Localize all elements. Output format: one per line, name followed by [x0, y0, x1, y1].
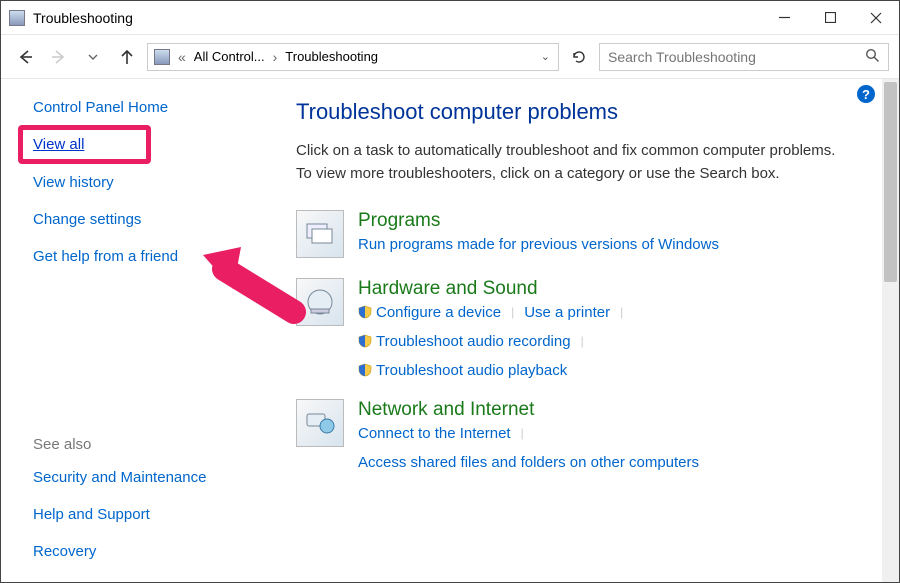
hardware-icon	[296, 278, 344, 326]
titlebar: Troubleshooting	[1, 1, 899, 35]
sidebar-security[interactable]: Security and Maintenance	[33, 469, 272, 486]
address-icon	[154, 49, 170, 65]
close-button[interactable]	[853, 1, 899, 34]
category-programs: Programs Run programs made for previous …	[296, 210, 873, 258]
scrollbar-thumb[interactable]	[884, 82, 897, 282]
body: Control Panel Home View all View history…	[1, 79, 899, 582]
page-description: Click on a task to automatically trouble…	[296, 139, 836, 186]
sidebar-help-support[interactable]: Help and Support	[33, 506, 272, 523]
window-title: Troubleshooting	[33, 10, 761, 26]
app-icon	[9, 10, 25, 26]
sidebar: Control Panel Home View all View history…	[1, 79, 296, 582]
sidebar-view-history[interactable]: View history	[33, 174, 272, 191]
main-content: ? Troubleshoot computer problems Click o…	[296, 79, 899, 582]
link-audio-playback[interactable]: Troubleshoot audio playback	[358, 362, 567, 379]
category-title-programs[interactable]: Programs	[358, 210, 873, 232]
sidebar-recovery[interactable]: Recovery	[33, 543, 272, 560]
link-audio-recording[interactable]: Troubleshoot audio recording	[358, 333, 571, 350]
back-button[interactable]	[11, 43, 39, 71]
page-heading: Troubleshoot computer problems	[296, 99, 873, 125]
recent-locations-button[interactable]	[79, 43, 107, 71]
window: Troubleshooting «	[0, 0, 900, 583]
refresh-button[interactable]	[565, 43, 593, 71]
sidebar-home[interactable]: Control Panel Home	[33, 99, 272, 116]
help-icon[interactable]: ?	[857, 85, 875, 103]
breadcrumb-seg-2[interactable]: Troubleshooting	[285, 49, 378, 64]
sidebar-see-also: See also	[33, 436, 272, 453]
sidebar-get-help[interactable]: Get help from a friend	[33, 248, 272, 265]
address-dropdown-icon[interactable]: ⌄	[539, 50, 552, 63]
window-controls	[761, 1, 899, 34]
programs-icon	[296, 210, 344, 258]
category-network: Network and Internet Connect to the Inte…	[296, 399, 873, 471]
search-icon[interactable]	[865, 48, 880, 66]
link-use-printer[interactable]: Use a printer	[524, 304, 610, 321]
search-input[interactable]	[608, 49, 865, 65]
up-button[interactable]	[113, 43, 141, 71]
category-title-hardware[interactable]: Hardware and Sound	[358, 278, 873, 300]
vertical-scrollbar[interactable]	[882, 79, 899, 582]
shield-icon	[358, 363, 372, 377]
chevron-right-icon[interactable]: ›	[271, 49, 280, 65]
link-shared-files[interactable]: Access shared files and folders on other…	[358, 454, 699, 471]
sidebar-view-all[interactable]: View all	[18, 125, 151, 164]
network-icon	[296, 399, 344, 447]
link-connect-internet[interactable]: Connect to the Internet	[358, 425, 511, 442]
search-box[interactable]	[599, 43, 889, 71]
breadcrumb-sep-0: «	[176, 49, 188, 65]
category-title-network[interactable]: Network and Internet	[358, 399, 873, 421]
sidebar-change-settings[interactable]: Change settings	[33, 211, 272, 228]
link-configure-device[interactable]: Configure a device	[358, 304, 501, 321]
forward-button[interactable]	[45, 43, 73, 71]
shield-icon	[358, 305, 372, 319]
address-bar[interactable]: « All Control... › Troubleshooting ⌄	[147, 43, 559, 71]
category-hardware: Hardware and Sound Configure a device | …	[296, 278, 873, 379]
navbar: « All Control... › Troubleshooting ⌄	[1, 35, 899, 79]
minimize-button[interactable]	[761, 1, 807, 34]
maximize-button[interactable]	[807, 1, 853, 34]
shield-icon	[358, 334, 372, 348]
link-run-compat[interactable]: Run programs made for previous versions …	[358, 236, 719, 253]
breadcrumb-seg-1[interactable]: All Control...	[194, 49, 265, 64]
